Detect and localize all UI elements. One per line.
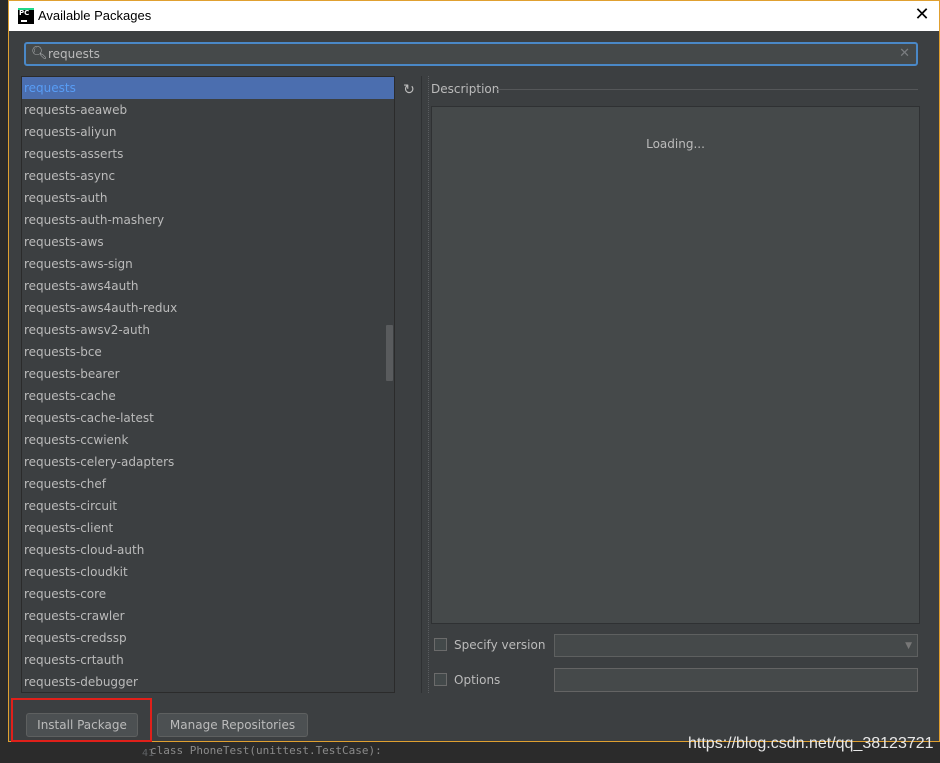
package-list-item[interactable]: requests-asserts bbox=[22, 143, 394, 165]
package-list-item[interactable]: requests-aeaweb bbox=[22, 99, 394, 121]
package-list-item[interactable]: requests-cloud-auth bbox=[22, 539, 394, 561]
package-list-item[interactable]: requests-aws4auth-redux bbox=[22, 297, 394, 319]
close-icon[interactable]: ✕ bbox=[911, 4, 933, 26]
package-list-item[interactable]: requests-debugger bbox=[22, 671, 394, 692]
package-list-item[interactable]: requests-circuit bbox=[22, 495, 394, 517]
dialog-title: Available Packages bbox=[38, 8, 152, 23]
description-separator bbox=[496, 89, 918, 90]
specify-version-checkbox[interactable] bbox=[434, 638, 447, 651]
package-list-item[interactable]: requests-cloudkit bbox=[22, 561, 394, 583]
package-list-item[interactable]: requests bbox=[22, 77, 394, 99]
package-list-item[interactable]: requests-chef bbox=[22, 473, 394, 495]
package-list-item[interactable]: requests-bce bbox=[22, 341, 394, 363]
package-list-item[interactable]: requests-awsv2-auth bbox=[22, 319, 394, 341]
package-list-item[interactable]: requests-bearer bbox=[22, 363, 394, 385]
package-list-item[interactable]: requests-aws-sign bbox=[22, 253, 394, 275]
search-input[interactable] bbox=[48, 45, 888, 63]
package-list-item[interactable]: requests-aws4auth bbox=[22, 275, 394, 297]
package-list-item[interactable]: requests-aliyun bbox=[22, 121, 394, 143]
watermark-text: https://blog.csdn.net/qq_38123721 bbox=[688, 735, 934, 752]
install-package-button[interactable]: Install Package bbox=[26, 713, 138, 737]
package-list-item[interactable]: requests-client bbox=[22, 517, 394, 539]
package-list-item[interactable]: requests-ccwienk bbox=[22, 429, 394, 451]
package-list-item[interactable]: requests-crawler bbox=[22, 605, 394, 627]
package-list-item[interactable]: requests-cache bbox=[22, 385, 394, 407]
package-list-item[interactable]: requests-crtauth bbox=[22, 649, 394, 671]
package-list-item[interactable]: requests-aws bbox=[22, 231, 394, 253]
pycharm-logo-icon: PC bbox=[18, 8, 34, 24]
available-packages-dialog: PC Available Packages ✕ 🔍︎ ✕ requestsreq… bbox=[8, 0, 940, 742]
package-list-scrollbar-track[interactable] bbox=[395, 76, 403, 693]
package-list-item[interactable]: requests-credssp bbox=[22, 627, 394, 649]
package-list-item[interactable]: requests-async bbox=[22, 165, 394, 187]
manage-repositories-button[interactable]: Manage Repositories bbox=[157, 713, 308, 737]
clear-search-icon[interactable]: ✕ bbox=[899, 45, 910, 63]
version-dropdown[interactable]: ▼ bbox=[554, 634, 918, 657]
search-icon: 🔍︎ bbox=[31, 46, 48, 61]
chevron-down-icon: ▼ bbox=[905, 641, 912, 651]
refresh-icon[interactable]: ↻ bbox=[398, 80, 420, 100]
package-list-item[interactable]: requests-celery-adapters bbox=[22, 451, 394, 473]
search-box[interactable]: 🔍︎ ✕ bbox=[24, 42, 918, 66]
package-list-item[interactable]: requests-core bbox=[22, 583, 394, 605]
title-bar[interactable]: PC Available Packages ✕ bbox=[9, 1, 939, 31]
package-list-item[interactable]: requests-auth-mashery bbox=[22, 209, 394, 231]
package-list-scrollbar-thumb[interactable] bbox=[386, 325, 393, 381]
package-list[interactable]: requests requests-aeaweb requests-aliyun re… bbox=[21, 76, 395, 693]
description-label: Description bbox=[431, 82, 500, 96]
panel-splitter[interactable] bbox=[421, 76, 429, 693]
background-code-line: class PhoneTest(unittest.TestCase): bbox=[150, 744, 382, 757]
specify-version-label[interactable]: Specify version bbox=[454, 638, 545, 652]
options-checkbox[interactable] bbox=[434, 673, 447, 686]
options-label[interactable]: Options bbox=[454, 673, 500, 687]
package-list-item[interactable]: requests-auth bbox=[22, 187, 394, 209]
package-list-item[interactable]: requests-cache-latest bbox=[22, 407, 394, 429]
description-panel: Loading... bbox=[431, 106, 920, 624]
options-input[interactable] bbox=[554, 668, 918, 692]
loading-text: Loading... bbox=[646, 137, 705, 151]
